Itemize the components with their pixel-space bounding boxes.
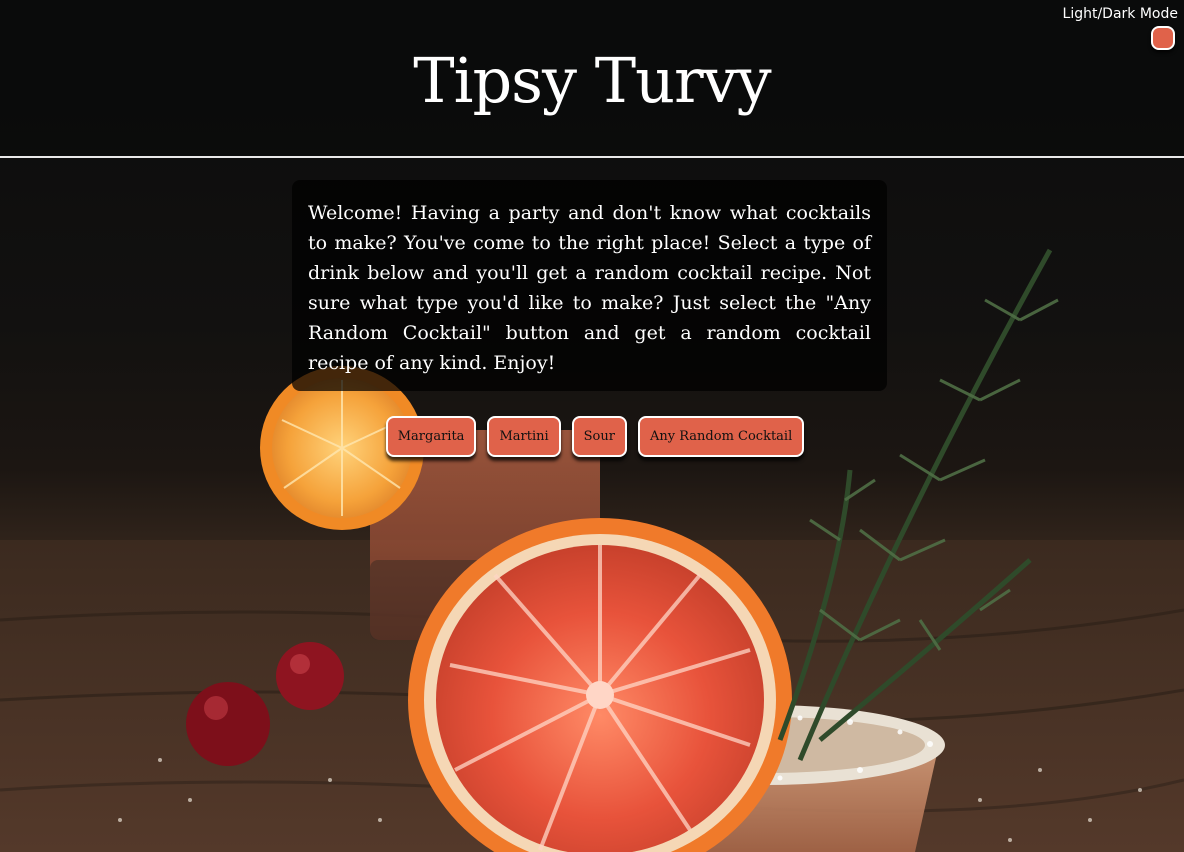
site-title: Tipsy Turvy (413, 44, 771, 117)
intro-text: Welcome! Having a party and don't know w… (308, 202, 871, 374)
mode-toggle: Light/Dark Mode (1058, 6, 1178, 52)
sour-button[interactable]: Sour (571, 416, 627, 457)
mode-toggle-button[interactable] (1151, 26, 1175, 50)
margarita-button[interactable]: Margarita (385, 416, 477, 457)
martini-button[interactable]: Martini (487, 416, 561, 457)
site-header: Tipsy Turvy Light/Dark Mode (0, 0, 1184, 158)
intro-card: Welcome! Having a party and don't know w… (292, 180, 887, 391)
drink-type-buttons: Margarita Martini Sour Any Random Cockta… (0, 416, 1184, 457)
mode-toggle-label: Light/Dark Mode (1062, 6, 1178, 22)
any-random-cocktail-button[interactable]: Any Random Cocktail (637, 416, 805, 457)
